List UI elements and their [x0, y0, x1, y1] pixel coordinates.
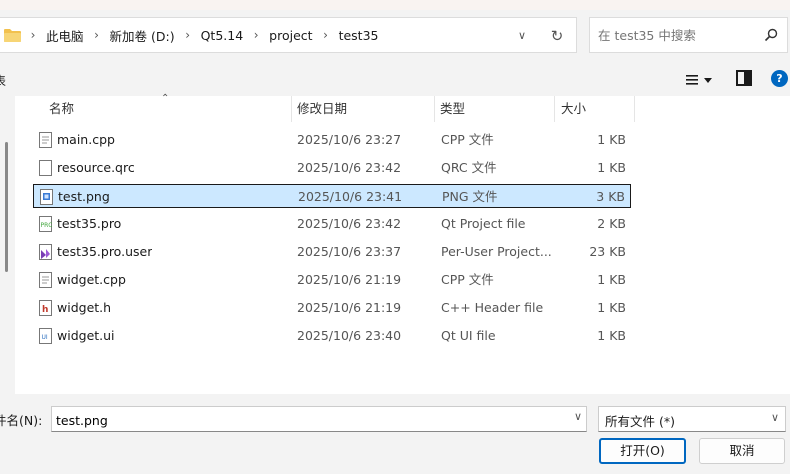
address-bar[interactable]: › 此电脑 › 新加卷 (D:) › Qt5.14 › project › test35 ∨ ↻ [0, 17, 577, 53]
chevron-right-icon[interactable]: › [86, 28, 108, 42]
column-header-name[interactable]: 名称 [49, 96, 74, 122]
preview-pane-icon[interactable] [736, 70, 752, 86]
refresh-icon[interactable]: ↻ [544, 25, 570, 47]
cancel-button[interactable]: 取消 [699, 438, 785, 464]
file-size: 1 KB [597, 300, 626, 315]
nav-pane-scrollbar[interactable] [5, 142, 8, 272]
file-size: 1 KB [597, 160, 626, 175]
search-icon[interactable] [764, 28, 778, 42]
svg-text:UI: UI [42, 334, 48, 341]
file-list: ⌃ 名称 修改日期 类型 大小 main.cpp 2025/10/6 23:27 C… [15, 93, 790, 394]
file-date: 2025/10/6 23:37 [297, 244, 402, 259]
filetype-value: 所有文件 (*) [605, 414, 675, 429]
filename-label: 件名(N): [0, 413, 43, 428]
view-options-button[interactable] [680, 70, 718, 90]
file-type: QRC 文件 [441, 160, 497, 175]
breadcrumb: › 此电脑 › 新加卷 (D:) › Qt5.14 › project › test35 [22, 18, 380, 52]
file-date: 2025/10/6 23:27 [297, 132, 402, 147]
file-name: resource.qrc [57, 160, 135, 175]
file-row[interactable]: UI widget.ui 2025/10/6 23:40 Qt UI file 1 KB [33, 324, 631, 348]
file-name: main.cpp [57, 132, 115, 147]
file-type: Qt UI file [441, 328, 496, 343]
file-date: 2025/10/6 21:19 [297, 300, 402, 315]
file-type: Qt Project file [441, 216, 526, 231]
file-row[interactable]: widget.cpp 2025/10/6 21:19 CPP 文件 1 KB [33, 268, 631, 292]
file-type: CPP 文件 [441, 272, 494, 287]
folder-icon [4, 29, 21, 42]
open-button[interactable]: 打开(O) [599, 438, 686, 464]
qrc-file-icon [39, 160, 52, 176]
filename-input[interactable] [56, 411, 546, 429]
file-date: 2025/10/6 21:19 [297, 272, 402, 287]
file-date: 2025/10/6 23:42 [297, 216, 402, 231]
chevron-right-icon[interactable]: › [245, 28, 267, 42]
file-size: 1 KB [597, 132, 626, 147]
file-name: widget.h [57, 300, 112, 315]
help-icon[interactable]: ? [771, 70, 788, 87]
file-date: 2025/10/6 23:41 [298, 189, 403, 204]
column-header-size[interactable]: 大小 [561, 96, 586, 122]
file-row[interactable]: main.cpp 2025/10/6 23:27 CPP 文件 1 KB [33, 128, 631, 152]
png-file-icon [40, 189, 53, 205]
chevron-right-icon[interactable]: › [315, 28, 337, 42]
search-box[interactable] [589, 17, 788, 53]
header-file-icon: h [39, 300, 52, 316]
breadcrumb-item[interactable]: 此电脑 [44, 26, 86, 45]
address-history-chevron-icon[interactable]: ∨ [510, 26, 534, 46]
file-name: widget.cpp [57, 272, 126, 287]
column-divider[interactable] [291, 96, 292, 122]
breadcrumb-item[interactable]: project [267, 28, 314, 43]
file-name: widget.ui [57, 328, 115, 343]
svg-text:h: h [42, 305, 48, 315]
breadcrumb-item[interactable]: test35 [337, 28, 381, 43]
file-type: PNG 文件 [442, 189, 498, 204]
chevron-right-icon[interactable]: › [177, 28, 199, 42]
new-folder-label-partial[interactable]: 表 [0, 72, 6, 89]
chevron-down-icon[interactable]: ∨ [574, 410, 582, 423]
file-type: Per-User Project... [441, 244, 551, 259]
file-name: test35.pro [57, 216, 122, 231]
filetype-select[interactable]: 所有文件 (*) ∨ [598, 406, 786, 432]
svg-text:PRO: PRO [41, 222, 53, 229]
column-divider[interactable] [554, 96, 555, 122]
caret-down-icon [704, 77, 712, 83]
file-name: test35.pro.user [57, 244, 153, 259]
file-date: 2025/10/6 23:40 [297, 328, 402, 343]
file-row[interactable]: test35.pro.user 2025/10/6 23:37 Per-User P… [33, 240, 631, 264]
sort-ascending-icon: ⌃ [161, 93, 170, 104]
ui-file-icon: UI [39, 328, 52, 344]
search-input[interactable] [598, 26, 758, 44]
file-name: test.png [58, 189, 110, 204]
chevron-right-icon[interactable]: › [22, 28, 44, 42]
file-size: 3 KB [596, 189, 625, 204]
file-date: 2025/10/6 23:42 [297, 160, 402, 175]
file-size: 1 KB [597, 272, 626, 287]
breadcrumb-item[interactable]: 新加卷 (D:) [108, 26, 177, 45]
title-strip [0, 0, 790, 10]
column-divider[interactable] [434, 96, 435, 122]
file-row[interactable]: resource.qrc 2025/10/6 23:42 QRC 文件 1 KB [33, 156, 631, 180]
file-type: CPP 文件 [441, 132, 494, 147]
column-header-date[interactable]: 修改日期 [297, 96, 347, 122]
cpp-file-icon [39, 272, 52, 288]
file-row[interactable]: test.png 2025/10/6 23:41 PNG 文件 3 KB [33, 184, 631, 208]
file-row[interactable]: PRO test35.pro 2025/10/6 23:42 Qt Project f… [33, 212, 631, 236]
cpp-file-icon [39, 132, 52, 148]
file-size: 23 KB [589, 244, 626, 259]
pro-file-icon: PRO [39, 216, 53, 232]
list-view-icon [686, 75, 698, 85]
breadcrumb-item[interactable]: Qt5.14 [199, 28, 246, 43]
filename-combobox[interactable]: ∨ [51, 406, 587, 432]
column-header-type[interactable]: 类型 [440, 96, 465, 122]
column-divider[interactable] [634, 96, 635, 122]
file-size: 2 KB [597, 216, 626, 231]
file-type: C++ Header file [441, 300, 544, 315]
pro-user-file-icon [39, 244, 52, 260]
chevron-down-icon[interactable]: ∨ [771, 411, 779, 424]
file-size: 1 KB [597, 328, 626, 343]
file-row[interactable]: h widget.h 2025/10/6 21:19 C++ Header file 1… [33, 296, 631, 320]
